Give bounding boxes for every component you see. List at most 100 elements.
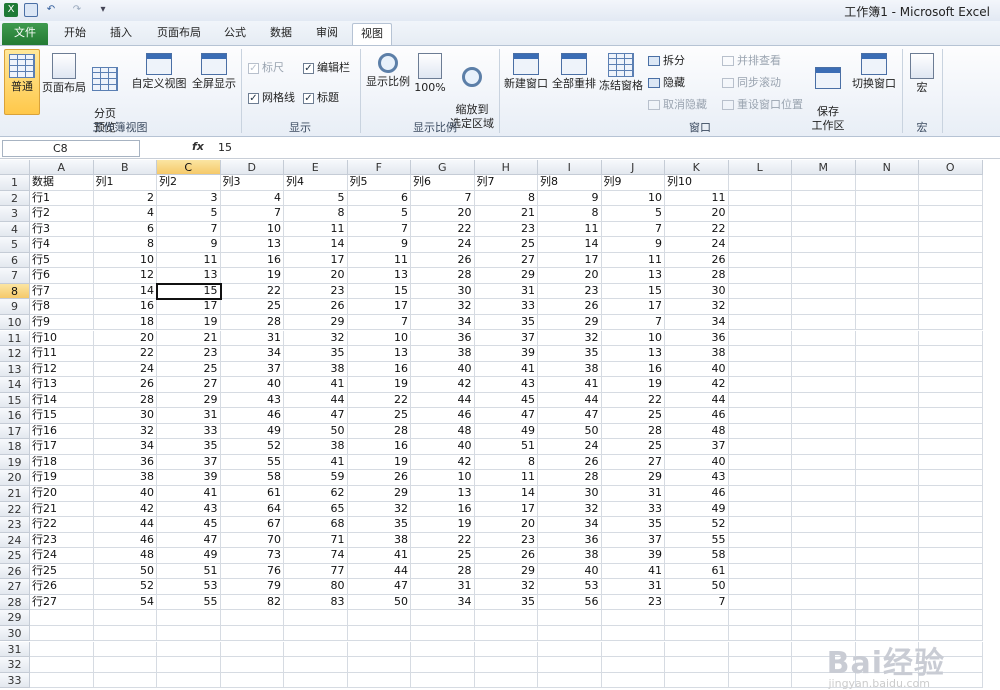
cell-empty[interactable] — [855, 594, 919, 611]
row-header[interactable]: 9 — [0, 299, 30, 315]
column-header[interactable]: N — [855, 160, 919, 175]
table-cell[interactable]: 19 — [411, 517, 475, 533]
table-cell[interactable]: 39 — [601, 548, 665, 564]
table-cell[interactable]: 列4 — [284, 175, 348, 191]
table-cell[interactable]: 22 — [665, 221, 729, 238]
row-header[interactable]: 29 — [0, 610, 30, 626]
table-cell[interactable]: 4 — [93, 206, 157, 222]
table-cell[interactable]: 行3 — [30, 221, 94, 238]
table-cell[interactable]: 42 — [665, 377, 729, 393]
cell-empty[interactable] — [157, 672, 221, 689]
table-cell[interactable]: 64 — [220, 501, 284, 518]
table-cell[interactable]: 30 — [538, 486, 602, 502]
cell-empty[interactable] — [665, 657, 729, 673]
cell-empty[interactable] — [919, 470, 983, 486]
table-cell[interactable]: 40 — [538, 563, 602, 580]
row-header[interactable]: 32 — [0, 657, 30, 673]
cell-empty[interactable] — [538, 610, 602, 626]
table-cell[interactable]: 13 — [220, 237, 284, 253]
table-cell[interactable]: 10 — [601, 190, 665, 207]
column-header[interactable]: I — [538, 160, 602, 175]
table-cell[interactable]: 33 — [157, 423, 221, 440]
table-cell[interactable]: 28 — [411, 268, 475, 284]
table-cell[interactable]: 25 — [220, 299, 284, 315]
cell-empty[interactable] — [601, 657, 665, 673]
cell-empty[interactable] — [855, 221, 919, 238]
table-cell[interactable]: 行24 — [30, 548, 94, 564]
table-cell[interactable]: 77 — [284, 563, 348, 580]
table-cell[interactable]: 32 — [284, 330, 348, 347]
cell-empty[interactable] — [919, 594, 983, 611]
row-header[interactable]: 25 — [0, 548, 30, 564]
column-header[interactable]: M — [792, 160, 856, 175]
table-cell[interactable]: 26 — [93, 377, 157, 393]
cell-empty[interactable] — [855, 610, 919, 626]
table-cell[interactable]: 13 — [601, 268, 665, 284]
table-cell[interactable]: 22 — [411, 221, 475, 238]
cell-empty[interactable] — [855, 346, 919, 362]
table-cell[interactable]: 31 — [474, 283, 538, 300]
table-cell[interactable]: 19 — [601, 377, 665, 393]
cell-empty[interactable] — [855, 299, 919, 315]
table-cell[interactable]: 51 — [474, 439, 538, 455]
row-header[interactable]: 2 — [0, 190, 30, 207]
table-cell[interactable]: 16 — [411, 501, 475, 518]
table-cell[interactable]: 24 — [93, 361, 157, 378]
cell-empty[interactable] — [792, 221, 856, 238]
table-cell[interactable]: 20 — [665, 206, 729, 222]
row-header[interactable]: 11 — [0, 330, 30, 347]
table-cell[interactable]: 行1 — [30, 190, 94, 207]
table-cell[interactable]: 36 — [665, 330, 729, 347]
table-cell[interactable]: 行6 — [30, 268, 94, 284]
table-cell[interactable]: 32 — [538, 330, 602, 347]
table-cell[interactable]: 9 — [347, 237, 411, 253]
table-cell[interactable]: 35 — [157, 439, 221, 455]
table-cell[interactable]: 41 — [601, 563, 665, 580]
table-cell[interactable]: 48 — [665, 423, 729, 440]
view-side-by-side-button[interactable]: 并排查看 — [722, 54, 781, 68]
cell-empty[interactable] — [728, 190, 792, 207]
cell-empty[interactable] — [919, 252, 983, 269]
cell-empty[interactable] — [919, 501, 983, 518]
table-cell[interactable]: 32 — [665, 299, 729, 315]
table-cell[interactable]: 74 — [284, 548, 348, 564]
cell-empty[interactable] — [919, 330, 983, 347]
cell-empty[interactable] — [792, 361, 856, 378]
cell-empty[interactable] — [792, 190, 856, 207]
row-header[interactable]: 33 — [0, 672, 30, 689]
headings-checkbox[interactable]: ✓ 标题 — [303, 91, 339, 105]
table-cell[interactable]: 40 — [411, 361, 475, 378]
table-cell[interactable]: 32 — [538, 501, 602, 518]
cell-empty[interactable] — [601, 641, 665, 658]
cell-empty[interactable] — [919, 439, 983, 455]
cell-empty[interactable] — [792, 579, 856, 595]
table-cell[interactable]: 行15 — [30, 408, 94, 424]
column-header[interactable]: B — [93, 160, 157, 175]
column-header[interactable]: F — [347, 160, 411, 175]
cell-empty[interactable] — [728, 346, 792, 362]
cell-empty[interactable] — [792, 548, 856, 564]
table-cell[interactable]: 9 — [157, 237, 221, 253]
cell-empty[interactable] — [855, 392, 919, 409]
row-header[interactable]: 31 — [0, 641, 30, 658]
table-cell[interactable]: 40 — [220, 377, 284, 393]
table-cell[interactable]: 37 — [601, 532, 665, 549]
table-cell[interactable]: 35 — [347, 517, 411, 533]
table-cell[interactable]: 47 — [284, 408, 348, 424]
cell-empty[interactable] — [792, 283, 856, 300]
table-cell[interactable]: 31 — [601, 486, 665, 502]
cell-empty[interactable] — [728, 517, 792, 533]
unhide-button[interactable]: 取消隐藏 — [648, 98, 707, 112]
formula-bar-checkbox[interactable]: ✓ 编辑栏 — [303, 61, 350, 75]
cell-empty[interactable] — [855, 408, 919, 424]
zoom-100-button[interactable]: 100% — [414, 53, 446, 95]
table-cell[interactable]: 行9 — [30, 314, 94, 331]
table-cell[interactable]: 53 — [538, 579, 602, 595]
table-cell[interactable]: 行26 — [30, 579, 94, 595]
table-cell[interactable]: 46 — [93, 532, 157, 549]
cell-empty[interactable] — [792, 486, 856, 502]
table-cell[interactable]: 52 — [220, 439, 284, 455]
cell-empty[interactable] — [919, 314, 983, 331]
table-cell[interactable]: 30 — [665, 283, 729, 300]
table-cell[interactable]: 11 — [347, 252, 411, 269]
